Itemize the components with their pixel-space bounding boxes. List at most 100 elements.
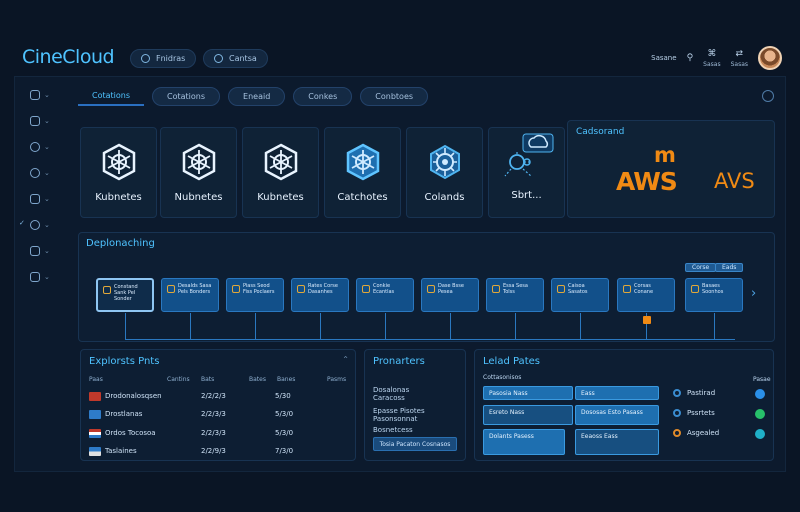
- pipeline-connector: [450, 313, 451, 339]
- sidebar-item-terminal[interactable]: ⌄: [16, 186, 58, 212]
- load-box[interactable]: Dolants Pasess: [483, 429, 565, 455]
- chevron-right-icon[interactable]: ›: [751, 286, 756, 301]
- column-header: Cantins: [167, 376, 190, 383]
- table-row[interactable]: Drostlanas 2/2/3/3 5/3/0: [89, 406, 347, 422]
- pipeline-step[interactable]: Essa Sesa Tolss: [486, 278, 544, 312]
- aws-logo[interactable]: AWS: [616, 167, 678, 196]
- load-box[interactable]: Eass: [575, 386, 659, 400]
- row-value: 2/2/2/3: [201, 392, 226, 400]
- tab-conkes[interactable]: Conkes: [293, 87, 353, 106]
- step-icon: [427, 285, 435, 293]
- row-value: 2/2/3/3: [201, 410, 226, 418]
- load-pates-panel: Lelad Pates Cottasonisos Pasosia Nass Es…: [474, 349, 774, 461]
- nav-pill-2[interactable]: Cantsa: [203, 49, 268, 68]
- service-card-4[interactable]: Catchotes: [324, 127, 401, 218]
- load-box[interactable]: Dososas Esto Pasass: [575, 405, 659, 425]
- row-name: Drostlanas: [105, 410, 143, 418]
- chevron-down-icon: ⌄: [44, 169, 50, 177]
- load-box[interactable]: Pasosia Nass: [483, 386, 573, 400]
- status-label: Pastirad: [687, 389, 716, 397]
- tab-conbtoes[interactable]: Conbtoes: [360, 87, 429, 106]
- flag-icon: [89, 391, 101, 401]
- aws-panel: Cadsorand m AWS AVS: [567, 120, 775, 218]
- top-bar: CineCloud Fnidras Cantsa Sasane ⚲ ⌘ Sasa…: [0, 40, 800, 76]
- row-count: 7/3/0: [275, 447, 294, 455]
- row-count: 5/3/0: [275, 429, 294, 437]
- load-box[interactable]: Eeaoss Eass: [575, 429, 659, 455]
- table-row[interactable]: Taslaines 2/2/9/3 7/3/0: [89, 443, 347, 459]
- pipeline-step[interactable]: Basaes Soonhos: [685, 278, 743, 312]
- settings-gear-icon[interactable]: [762, 90, 774, 102]
- pipeline-connector: [125, 313, 126, 339]
- pipeline-control-1[interactable]: Corse: [685, 263, 717, 272]
- pipeline-step[interactable]: Caisoa Sasatos: [551, 278, 609, 312]
- pipeline-step[interactable]: Rates Corse Dasanhes: [291, 278, 349, 312]
- column-header: Pasms: [327, 376, 347, 383]
- row-value: 2/2/3/3: [201, 429, 226, 437]
- step-label: Rates Corse Dasanhes: [308, 283, 338, 295]
- pipeline-connector: [190, 313, 191, 339]
- chevron-down-icon: ⌄: [44, 247, 50, 255]
- nav-pill-label: Fnidras: [156, 54, 186, 63]
- flag-icon: [89, 446, 101, 456]
- top-right-item-1[interactable]: ⌘ Sasas: [703, 49, 720, 68]
- pipeline-header: Deplonaching: [86, 238, 155, 249]
- pipeline-step[interactable]: Dase Bsse Pesea: [421, 278, 479, 312]
- service-card-2[interactable]: Nubnetes: [160, 127, 237, 218]
- app-logo[interactable]: CineCloud: [22, 46, 115, 68]
- tab-eneaid[interactable]: Eneaid: [228, 87, 286, 106]
- pipeline-step[interactable]: Constand Sank Pel Sonder: [96, 278, 154, 312]
- chevron-up-icon[interactable]: ⌃: [342, 355, 349, 364]
- top-right-item-2[interactable]: ⇄ Sasas: [731, 49, 748, 68]
- pipeline-step[interactable]: Desalds Sasa Pels Bonders: [161, 278, 219, 312]
- status-item[interactable]: Asgealed: [673, 429, 719, 437]
- step-label: Constand Sank Pel Sonder: [114, 284, 138, 302]
- sidebar-item-cloud[interactable]: ⌄: [16, 212, 58, 238]
- step-label: Piass Seod Fiss Poclaers: [243, 283, 275, 295]
- table-row[interactable]: Ordos Tocosoa 2/2/3/3 5/3/0: [89, 425, 347, 441]
- top-right-item-label: Sasas: [730, 60, 748, 68]
- tab-cotations[interactable]: Cotations: [152, 87, 221, 106]
- explorer-header: Explorsts Pnts: [89, 356, 160, 367]
- service-card-label: Nubnetes: [174, 192, 223, 203]
- sidebar-item-settings[interactable]: ⌄: [16, 134, 58, 160]
- step-label: Caisoa Sasatos: [568, 283, 588, 295]
- sidebar-item-cluster[interactable]: ⌄: [16, 82, 58, 108]
- status-item[interactable]: Pssrtets: [673, 409, 715, 417]
- sidebar-item-storage[interactable]: ⌄: [16, 238, 58, 264]
- load-box[interactable]: Esreto Nass: [483, 405, 573, 425]
- properties-header: Pronarters: [373, 356, 425, 367]
- service-card-3[interactable]: Kubnetes: [242, 127, 319, 218]
- status-ring-icon: [673, 429, 681, 437]
- row-count: 5/3/0: [275, 410, 294, 418]
- step-icon: [691, 285, 699, 293]
- nav-pill-label: Cantsa: [229, 54, 257, 63]
- clock-icon: [30, 168, 40, 178]
- avatar[interactable]: [758, 46, 782, 70]
- search-label[interactable]: Sasane: [651, 54, 676, 62]
- step-label: Corsas Conane: [634, 283, 654, 295]
- load-pates-subheader: Cottasonisos: [483, 374, 522, 381]
- tab-cotations-active[interactable]: Cotations: [78, 87, 145, 106]
- column-header: Paas: [89, 376, 103, 383]
- service-card-1[interactable]: Kubnetes: [80, 127, 157, 218]
- table-row[interactable]: Drodonalosqsen 2/2/2/3 5/30: [89, 388, 347, 404]
- pipeline-connector: [125, 339, 735, 340]
- pipeline-step[interactable]: Piass Seod Fiss Poclaers: [226, 278, 284, 312]
- sidebar-item-clock[interactable]: ⌄: [16, 160, 58, 186]
- nav-pill-1[interactable]: Fnidras: [130, 49, 197, 68]
- pipeline-step[interactable]: Conkie Ecantlas: [356, 278, 414, 312]
- row-name: Ordos Tocosoa: [105, 429, 156, 437]
- sidebar-item-document[interactable]: ⌄: [16, 108, 58, 134]
- sidebar-item-shield[interactable]: ⌄: [16, 264, 58, 290]
- column-header: Banes: [277, 376, 296, 383]
- top-right-item-label: Sasas: [703, 60, 721, 68]
- status-item[interactable]: Pastirad: [673, 389, 715, 397]
- notification-icon[interactable]: ⚲: [687, 53, 694, 63]
- service-card-6[interactable]: Sbrt...: [488, 127, 565, 218]
- properties-action-button[interactable]: Tosia Pacaton Cosnasos: [373, 437, 457, 451]
- pipeline-step[interactable]: Corsas Conane: [617, 278, 675, 312]
- chevron-down-icon: ⌄: [44, 273, 50, 281]
- pipeline-control-2[interactable]: Eads: [715, 263, 744, 272]
- service-card-5[interactable]: Colands: [406, 127, 483, 218]
